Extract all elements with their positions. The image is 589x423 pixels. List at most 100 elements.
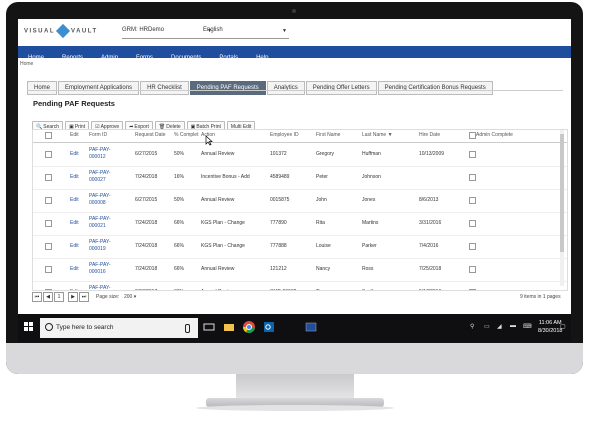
outlook-icon[interactable] [262, 320, 276, 334]
breadcrumb[interactable]: Home [20, 61, 33, 67]
row-admin-complete-checkbox[interactable] [469, 266, 476, 273]
nav-reports[interactable]: Reports [52, 52, 91, 64]
row-edit-link[interactable]: Edit [70, 151, 79, 157]
row-select-checkbox[interactable] [45, 151, 52, 158]
row-select-checkbox[interactable] [45, 197, 52, 204]
col-last-name-label: Last Name [362, 132, 387, 138]
taskbar-clock[interactable]: 11:06 AM 8/30/2018 [538, 319, 562, 335]
row-request-date: 7/24/2018 [135, 220, 158, 226]
language-select[interactable]: English ▼ [203, 27, 289, 39]
scrollbar-thumb[interactable] [560, 134, 564, 252]
nav-portals[interactable]: Portals [209, 52, 246, 64]
file-explorer-icon[interactable] [222, 320, 236, 334]
nav-forms[interactable]: Forms [126, 52, 161, 64]
volume-icon[interactable]: ◢ [497, 323, 502, 330]
grid-toolbar: 🔍Search ▣Print ☑Approve ➦Export 🗑Delete ▣Batc… [32, 115, 257, 133]
row-action: Annual Review [201, 266, 235, 272]
windows-start-icon[interactable] [24, 322, 34, 332]
col-employee-id[interactable]: Employee ID [270, 132, 299, 138]
row-edit-link[interactable]: Edit [70, 266, 79, 272]
col-form-id[interactable]: Form ID [89, 132, 107, 138]
task-view-icon[interactable] [202, 320, 216, 334]
row-select-checkbox[interactable] [45, 266, 52, 273]
row-form-id-number: 000019 [89, 246, 106, 252]
microphone-icon[interactable] [185, 324, 190, 333]
tab-pending-paf-requests[interactable]: Pending PAF Requests [189, 81, 266, 95]
row-action: Annual Review [201, 197, 235, 203]
notifications-icon[interactable]: ▢ [560, 323, 566, 330]
row-form-id[interactable]: PAF-PAY- 000027 [89, 170, 111, 184]
table-row[interactable]: PAF-PAY- 000012 Edit 6/27/2015 50% Annual Rev… [33, 143, 567, 167]
tab-pending-offer-letters[interactable]: Pending Offer Letters [305, 81, 377, 95]
row-form-id[interactable]: PAF-PAY- 000016 [89, 262, 111, 276]
col-edit[interactable]: Edit [70, 132, 79, 138]
col-percent-complete[interactable]: % Complet [174, 132, 198, 138]
nav-help[interactable]: Help [246, 52, 276, 64]
row-select-checkbox[interactable] [45, 174, 52, 181]
col-request-date[interactable]: Request Date [135, 132, 166, 138]
table-row[interactable]: PAF-PAY- 000008 Edit 6/27/2015 50% Annual Rev… [33, 189, 567, 213]
row-form-id[interactable]: PAF-PAY- 000019 [89, 239, 111, 253]
table-row[interactable]: PAF-PAY- 000019 Edit 7/24/2018 66% KGS Plan -… [33, 235, 567, 259]
row-form-id[interactable]: PAF-PAY- 000021 [89, 216, 111, 230]
network-icon[interactable]: ▭ [484, 323, 490, 330]
table-row[interactable]: PAF-PAY- 000016 Edit 7/24/2018 66% Annual Rev… [33, 258, 567, 282]
prev-page-icon[interactable]: ◀ [43, 292, 53, 302]
last-page-icon[interactable]: ⏭ [79, 292, 89, 302]
page-number[interactable]: 1 [54, 292, 64, 302]
row-employee-id: 777888 [270, 243, 287, 249]
row-admin-complete-checkbox[interactable] [469, 174, 476, 181]
org-select[interactable]: GRM: HRDemo ▼ [122, 27, 214, 39]
row-admin-complete-checkbox[interactable] [469, 243, 476, 250]
table-row[interactable]: PAF-PAY- 000027 Edit 7/24/2018 16% Incentive … [33, 166, 567, 190]
tab-analytics[interactable]: Analytics [266, 81, 305, 95]
row-employee-id: 777890 [270, 220, 287, 226]
row-action: KGS Plan - Change [201, 220, 245, 226]
chevron-down-icon: ▼ [282, 28, 287, 34]
row-admin-complete-checkbox[interactable] [469, 220, 476, 227]
chrome-icon[interactable] [242, 320, 256, 334]
language-indicator-icon[interactable]: ⌨ [523, 323, 532, 330]
row-edit-link[interactable]: Edit [70, 174, 79, 180]
row-edit-link[interactable]: Edit [70, 243, 79, 249]
tab-home[interactable]: Home [27, 81, 58, 95]
first-page-icon[interactable]: ⏮ [32, 292, 42, 302]
row-last-name: Ross [362, 266, 374, 272]
grid-scrollbar[interactable] [560, 130, 564, 286]
row-admin-complete-checkbox[interactable] [469, 197, 476, 204]
main-nav: Home Reports Admin Forms Documents Portals Hel… [18, 46, 571, 61]
table-row[interactable]: PAF-PAY-000017Edit6/27/201733%Annual Rev… [33, 281, 567, 290]
row-form-id[interactable]: PAF-PAY- 000012 [89, 147, 111, 161]
page-size-value: 200 [124, 294, 133, 300]
tab-pending-certification-bonus[interactable]: Pending Certification Bonus Requests [377, 81, 493, 95]
page-size-label: Page size: [96, 294, 120, 300]
col-hire-date[interactable]: Hire Date [419, 132, 440, 138]
app-window-icon[interactable] [304, 320, 318, 334]
row-edit-link[interactable]: Edit [70, 220, 79, 226]
row-select-checkbox[interactable] [45, 220, 52, 227]
people-icon[interactable]: ⚲ [470, 323, 474, 330]
row-form-id[interactable]: PAF-PAY- 000008 [89, 193, 111, 207]
row-edit-link[interactable]: Edit [70, 197, 79, 203]
page-size-select[interactable]: 200 ▾ [124, 294, 136, 300]
row-request-date: 6/27/2015 [135, 197, 158, 203]
row-form-id-number: 000027 [89, 177, 106, 183]
table-row[interactable]: PAF-PAY- 000021 Edit 7/24/2018 66% KGS Plan -… [33, 212, 567, 236]
next-page-icon[interactable]: ▶ [68, 292, 78, 302]
nav-documents[interactable]: Documents [161, 52, 209, 64]
admin-complete-header-checkbox[interactable] [469, 132, 476, 139]
col-admin-complete[interactable]: Admin Complete [476, 132, 513, 138]
row-select-checkbox[interactable] [45, 243, 52, 250]
col-last-name[interactable]: Last Name ▼ [362, 132, 393, 138]
nav-admin[interactable]: Admin [91, 52, 126, 64]
language-select-value: English [203, 27, 223, 33]
windows-taskbar: Type here to search ⚲ ▭ ◢ ▬ ⌨ 11:06 AM 8… [18, 314, 571, 342]
row-form-id-number: 000016 [89, 269, 106, 275]
tab-hr-checklist[interactable]: HR Checklist [140, 81, 189, 95]
select-all-checkbox[interactable] [45, 132, 52, 139]
battery-icon[interactable]: ▬ [510, 323, 516, 329]
tab-employment-applications[interactable]: Employment Applications [58, 81, 140, 95]
col-first-name[interactable]: First Name [316, 132, 340, 138]
row-admin-complete-checkbox[interactable] [469, 151, 476, 158]
taskbar-search[interactable]: Type here to search [40, 318, 198, 338]
